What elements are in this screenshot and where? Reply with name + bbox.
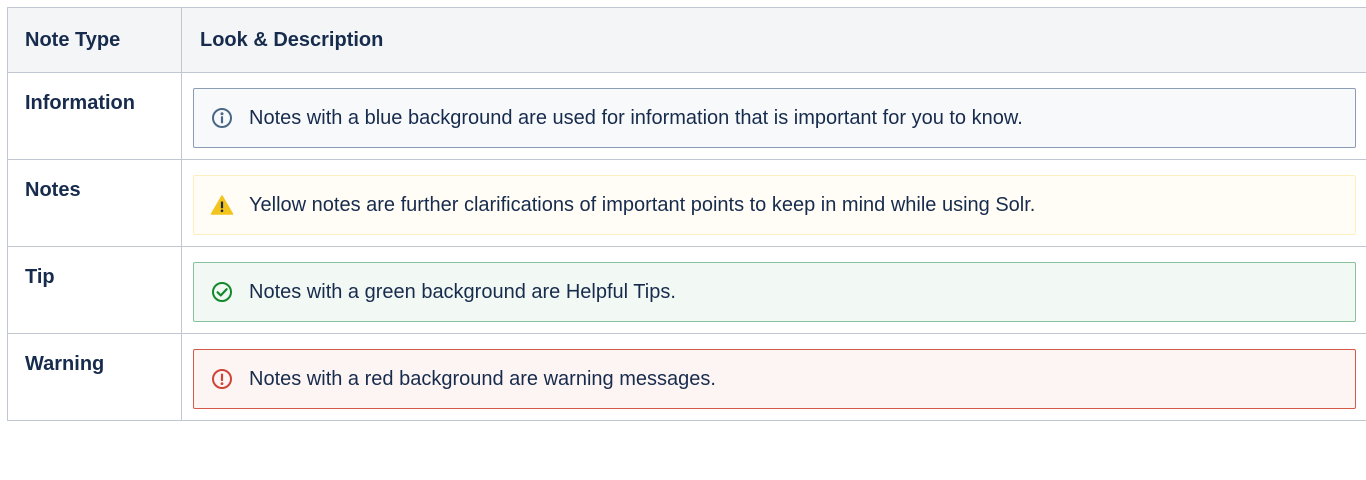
description-cell: Notes with a red background are warning … (181, 333, 1366, 421)
panel-text: Notes with a red background are warning … (249, 367, 716, 390)
table-row-warning: Warning Notes with a red background are … (7, 333, 1366, 421)
description-cell: Notes with a green background are Helpfu… (181, 246, 1366, 334)
panel-text: Notes with a blue background are used fo… (249, 106, 1023, 129)
description-cell: Notes with a blue background are used fo… (181, 72, 1366, 160)
panel-text: Notes with a green background are Helpfu… (249, 280, 676, 303)
table-row-notes: Notes Yellow notes are further clarifica… (7, 159, 1366, 247)
description-cell: Yellow notes are further clarifications … (181, 159, 1366, 247)
tip-panel: Notes with a green background are Helpfu… (193, 262, 1356, 322)
info-icon (209, 105, 235, 131)
header-note-type: Note Type (7, 7, 182, 73)
header-look-description: Look & Description (181, 7, 1366, 73)
check-circle-icon (209, 279, 235, 305)
warning-triangle-icon (209, 192, 235, 218)
note-type-cell: Tip (7, 246, 182, 334)
table-row-information: Information Notes with a blue background… (7, 72, 1366, 160)
panel-text: Yellow notes are further clarifications … (249, 193, 1036, 216)
note-panel: Yellow notes are further clarifications … (193, 175, 1356, 235)
note-type-cell: Warning (7, 333, 182, 421)
table-header-row: Note Type Look & Description (7, 7, 1366, 73)
error-circle-icon (209, 366, 235, 392)
note-type-cell: Notes (7, 159, 182, 247)
table-row-tip: Tip Notes with a green background are He… (7, 246, 1366, 334)
info-panel: Notes with a blue background are used fo… (193, 88, 1356, 148)
warning-panel: Notes with a red background are warning … (193, 349, 1356, 409)
note-type-cell: Information (7, 72, 182, 160)
note-types-table: Note Type Look & Description Information… (7, 7, 1366, 421)
